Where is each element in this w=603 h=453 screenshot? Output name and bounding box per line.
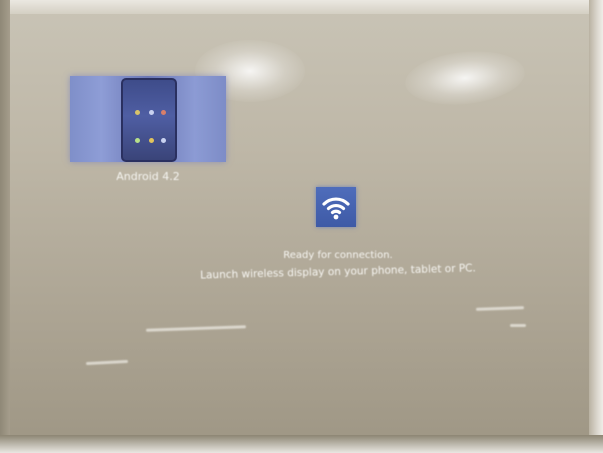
illegible-text: [475, 306, 525, 311]
light-glare: [402, 45, 528, 111]
app-dot: [149, 110, 154, 115]
app-dot: [135, 110, 140, 115]
projected-screen-photo: Android 4.2 Ready for connection. Launch…: [0, 0, 603, 453]
device-caption: Android 4.2: [116, 170, 180, 183]
wall-right-edge: [589, 0, 603, 453]
wall-left-edge: [0, 0, 10, 453]
wifi-icon: [316, 187, 356, 227]
ceiling-edge: [0, 0, 603, 14]
illegible-text: [145, 325, 247, 332]
illegible-text: [85, 359, 129, 366]
instruction-message: Launch wireless display on your phone, t…: [200, 262, 476, 282]
app-dot: [149, 138, 154, 143]
app-dot: [135, 138, 140, 143]
device-thumbnail: [121, 78, 177, 162]
floor-edge: [0, 435, 603, 453]
app-dot: [161, 138, 166, 143]
illegible-text: [510, 324, 526, 327]
status-message: Ready for connection.: [283, 250, 393, 261]
app-dot: [161, 110, 166, 115]
